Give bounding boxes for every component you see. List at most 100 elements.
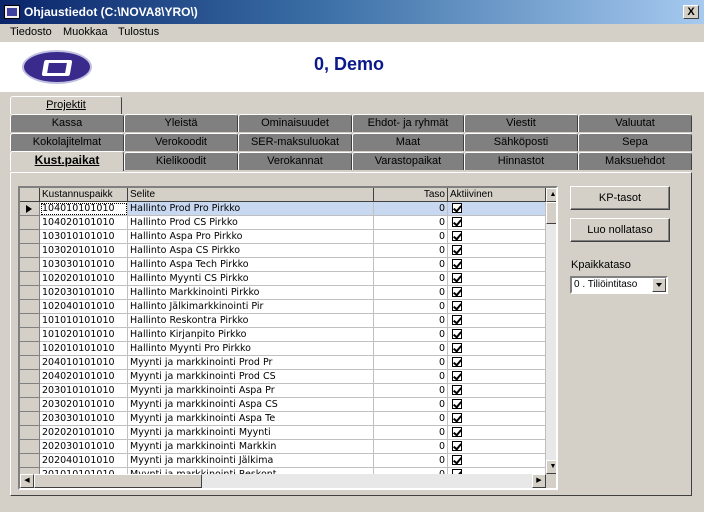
table-row[interactable]: 103010101010 Hallinto Aspa Pro Pirkko 0 xyxy=(20,230,546,244)
cell-kustannuspaikka[interactable]: 102040101010 xyxy=(40,300,128,314)
cell-selite[interactable]: Myynti ja markkinointi Markkin xyxy=(128,440,374,454)
cell-kustannuspaikka[interactable]: 202040101010 xyxy=(40,454,128,468)
tab-yleista[interactable]: Yleistä xyxy=(124,114,238,132)
row-indicator[interactable] xyxy=(20,286,40,300)
cell-taso[interactable]: 0 xyxy=(374,342,448,356)
menu-muokkaa[interactable]: Muokkaa xyxy=(63,26,108,38)
cell-selite[interactable]: Hallinto Markkinointi Pirkko xyxy=(128,286,374,300)
cell-selite[interactable]: Hallinto Prod CS Pirkko xyxy=(128,216,374,230)
cell-selite[interactable]: Myynti ja markkinointi Jälkima xyxy=(128,454,374,468)
row-indicator[interactable] xyxy=(20,370,40,384)
cell-taso[interactable]: 0 xyxy=(374,384,448,398)
tab-sepa[interactable]: Sepa xyxy=(578,133,692,151)
cell-kustannuspaikka[interactable]: 202020101010 xyxy=(40,426,128,440)
cell-kustannuspaikka[interactable]: 203020101010 xyxy=(40,398,128,412)
close-button[interactable]: X xyxy=(683,5,699,19)
table-row[interactable]: 104020101010 Hallinto Prod CS Pirkko 0 xyxy=(20,216,546,230)
cost-center-grid[interactable]: Kustannuspaikk Selite Taso Aktiivinen 10… xyxy=(18,186,558,490)
cell-selite[interactable]: Hallinto Myynti Pro Pirkko xyxy=(128,342,374,356)
row-indicator[interactable] xyxy=(20,230,40,244)
table-row[interactable]: 102010101010 Hallinto Myynti Pro Pirkko 0 xyxy=(20,342,546,356)
aktiivinen-checkbox[interactable] xyxy=(452,231,462,241)
row-indicator[interactable] xyxy=(20,454,40,468)
col-header-aktiivinen[interactable]: Aktiivinen xyxy=(448,188,546,202)
col-header-selite[interactable]: Selite xyxy=(128,188,374,202)
aktiivinen-checkbox[interactable] xyxy=(452,301,462,311)
cell-taso[interactable]: 0 xyxy=(374,300,448,314)
cell-kustannuspaikka[interactable]: 101010101010 xyxy=(40,314,128,328)
tab-maksuehdot[interactable]: Maksuehdot xyxy=(578,152,692,170)
row-indicator[interactable] xyxy=(20,384,40,398)
aktiivinen-checkbox[interactable] xyxy=(452,399,462,409)
row-indicator[interactable] xyxy=(20,426,40,440)
cell-taso[interactable]: 0 xyxy=(374,258,448,272)
tab-sahkoposti[interactable]: Sähköposti xyxy=(464,133,578,151)
horizontal-scroll-thumb[interactable] xyxy=(34,474,202,488)
cell-taso[interactable]: 0 xyxy=(374,454,448,468)
table-row[interactable]: 104010101010 Hallinto Prod Pro Pirkko 0 xyxy=(20,202,546,216)
tab-ominaisuudet[interactable]: Ominaisuudet xyxy=(238,114,352,132)
cell-selite[interactable]: Myynti ja markkinointi Myynti xyxy=(128,426,374,440)
tab-kust-paikat[interactable]: Kust.paikat xyxy=(10,151,124,171)
scroll-left-button[interactable]: ◀ xyxy=(20,474,34,488)
cell-taso[interactable]: 0 xyxy=(374,202,448,216)
row-indicator[interactable] xyxy=(20,398,40,412)
table-row[interactable]: 203010101010 Myynti ja markkinointi Aspa … xyxy=(20,384,546,398)
chevron-down-icon[interactable] xyxy=(652,278,666,292)
row-indicator[interactable] xyxy=(20,342,40,356)
table-row[interactable]: 102040101010 Hallinto Jälkimarkkinointi P… xyxy=(20,300,546,314)
table-row[interactable]: 102030101010 Hallinto Markkinointi Pirkko… xyxy=(20,286,546,300)
cell-kustannuspaikka[interactable]: 204010101010 xyxy=(40,356,128,370)
row-indicator[interactable] xyxy=(20,440,40,454)
aktiivinen-checkbox[interactable] xyxy=(452,245,462,255)
aktiivinen-checkbox[interactable] xyxy=(452,203,462,213)
aktiivinen-checkbox[interactable] xyxy=(452,357,462,367)
tab-verokannat[interactable]: Verokannat xyxy=(238,152,352,170)
cell-kustannuspaikka[interactable]: 204020101010 xyxy=(40,370,128,384)
tab-projektit[interactable]: Projektit xyxy=(10,96,122,114)
tab-ehdot-ja-ryhmat[interactable]: Ehdot- ja ryhmät xyxy=(352,114,464,132)
cell-selite[interactable]: Myynti ja markkinointi Aspa CS xyxy=(128,398,374,412)
table-row[interactable]: 102020101010 Hallinto Myynti CS Pirkko 0 xyxy=(20,272,546,286)
row-indicator[interactable] xyxy=(20,244,40,258)
aktiivinen-checkbox[interactable] xyxy=(452,273,462,283)
horizontal-scrollbar[interactable]: ◀ ▶ xyxy=(20,474,546,488)
cell-selite[interactable]: Myynti ja markkinointi Prod CS xyxy=(128,370,374,384)
app-icon[interactable] xyxy=(4,5,20,19)
cell-selite[interactable]: Myynti ja markkinointi Prod Pr xyxy=(128,356,374,370)
cell-taso[interactable]: 0 xyxy=(374,412,448,426)
cell-selite[interactable]: Hallinto Kirjanpito Pirkko xyxy=(128,328,374,342)
tab-hinnastot[interactable]: Hinnastot xyxy=(464,152,578,170)
aktiivinen-checkbox[interactable] xyxy=(452,315,462,325)
cell-taso[interactable]: 0 xyxy=(374,398,448,412)
cell-taso[interactable]: 0 xyxy=(374,328,448,342)
menu-tulostus[interactable]: Tulostus xyxy=(118,26,159,38)
cell-selite[interactable]: Hallinto Jälkimarkkinointi Pir xyxy=(128,300,374,314)
tab-maat[interactable]: Maat xyxy=(352,133,464,151)
cell-taso[interactable]: 0 xyxy=(374,272,448,286)
aktiivinen-checkbox[interactable] xyxy=(452,385,462,395)
table-row[interactable]: 203020101010 Myynti ja markkinointi Aspa … xyxy=(20,398,546,412)
aktiivinen-checkbox[interactable] xyxy=(452,287,462,297)
cell-selite[interactable]: Hallinto Aspa Tech Pirkko xyxy=(128,258,374,272)
row-indicator[interactable] xyxy=(20,356,40,370)
cell-kustannuspaikka[interactable]: 102030101010 xyxy=(40,286,128,300)
cell-kustannuspaikka[interactable]: 103020101010 xyxy=(40,244,128,258)
aktiivinen-checkbox[interactable] xyxy=(452,371,462,381)
table-row[interactable]: 101010101010 Hallinto Reskontra Pirkko 0 xyxy=(20,314,546,328)
cell-kustannuspaikka[interactable]: 202030101010 xyxy=(40,440,128,454)
cell-taso[interactable]: 0 xyxy=(374,244,448,258)
aktiivinen-checkbox[interactable] xyxy=(452,413,462,423)
aktiivinen-checkbox[interactable] xyxy=(452,455,462,465)
kpaikkataso-select[interactable]: 0 . Tiliöintitaso xyxy=(570,276,668,294)
aktiivinen-checkbox[interactable] xyxy=(452,329,462,339)
tab-kielikoodit[interactable]: Kielikoodit xyxy=(124,152,238,170)
table-row[interactable]: 202030101010 Myynti ja markkinointi Markk… xyxy=(20,440,546,454)
cell-selite[interactable]: Hallinto Prod Pro Pirkko xyxy=(128,202,374,216)
cell-kustannuspaikka[interactable]: 102010101010 xyxy=(40,342,128,356)
aktiivinen-checkbox[interactable] xyxy=(452,427,462,437)
aktiivinen-checkbox[interactable] xyxy=(452,343,462,353)
cell-taso[interactable]: 0 xyxy=(374,356,448,370)
row-indicator[interactable] xyxy=(20,272,40,286)
table-row[interactable]: 202040101010 Myynti ja markkinointi Jälki… xyxy=(20,454,546,468)
